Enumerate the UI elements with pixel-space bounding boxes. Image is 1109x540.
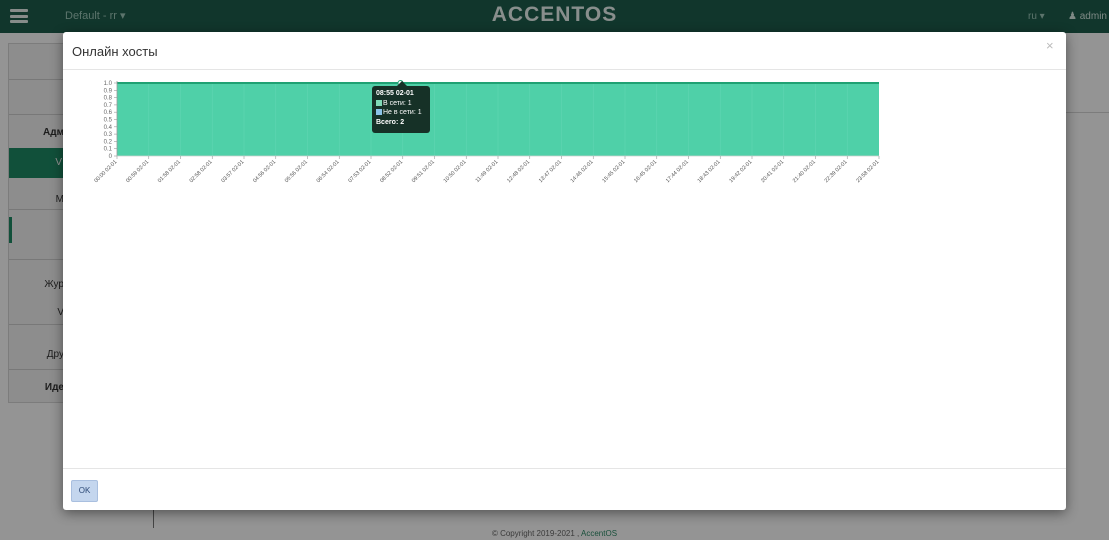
modal-header: Онлайн хосты × — [63, 32, 1066, 70]
tooltip-total: Всего: 2 — [376, 119, 405, 126]
chart-x-tick-label: 10:50 02-01 — [443, 159, 468, 184]
chart-x-tick-label: 00:00 02-01 — [93, 159, 118, 184]
chart-x-tick-label: 04:56 02-01 — [252, 159, 277, 184]
chart-x-tick-label: 14:46 02-01 — [570, 159, 595, 184]
modal-footer: OK — [63, 468, 1066, 510]
chart-x-tick-label: 16:45 02-01 — [633, 159, 658, 184]
chart-x-tick-label: 03:57 02-01 — [220, 159, 245, 184]
chart-y-tick-label: 0.9 — [104, 88, 113, 94]
tooltip-online-label: В сети: 1 — [383, 100, 412, 107]
legend-swatch — [376, 100, 382, 106]
chart-x-tick-label: 18:43 02-01 — [697, 159, 722, 184]
chart-x-tick-label: 20:41 02-01 — [760, 159, 785, 184]
chart-x-tick-label: 02:58 02-01 — [189, 159, 214, 184]
chart-y-tick-label: 0.2 — [104, 139, 113, 145]
legend-swatch — [376, 109, 382, 115]
chart-x-tick-label: 07:53 02-01 — [347, 159, 372, 184]
modal-title: Онлайн хосты — [72, 44, 158, 59]
chart-x-tick-label: 21:40 02-01 — [792, 159, 817, 184]
chart-x-tick-label: 01:58 02-01 — [157, 159, 182, 184]
chart-x-tick-label: 12:48 02-01 — [506, 159, 531, 184]
chart-y-tick-label: 0.1 — [104, 147, 113, 153]
chart-x-tick-label: 23:58 02-01 — [855, 159, 880, 184]
tooltip-row-online: В сети: 1 — [376, 99, 426, 108]
chart-y-tick-label: 0.8 — [104, 96, 113, 102]
chart-y-tick-label: 0.5 — [104, 118, 113, 124]
chart-x-tick-label: 19:42 02-01 — [728, 159, 753, 184]
chart-x-tick-label: 15:45 02-01 — [601, 159, 626, 184]
tooltip-title: 08:55 02-01 — [376, 90, 414, 97]
chart-x-tick-label: 22:39 02-01 — [824, 159, 849, 184]
tooltip-row-offline: Не в сети: 1 — [376, 108, 426, 117]
chart-y-tick-label: 0.3 — [104, 132, 113, 138]
ok-button[interactable]: OK — [71, 480, 98, 502]
chart-y-tick-label: 0 — [109, 154, 113, 160]
tooltip-offline-label: Не в сети: 1 — [383, 109, 422, 116]
chart-x-tick-label: 11:49 02-01 — [475, 159, 500, 184]
chart-x-tick-label: 09:51 02-01 — [411, 159, 436, 184]
chart-x-tick-label: 06:54 02-01 — [316, 159, 341, 184]
chart-x-tick-label: 00:59 02-01 — [125, 159, 150, 184]
chart-y-tick-label: 0.7 — [104, 103, 113, 109]
chart-tooltip: 08:55 02-01 В сети: 1 Не в сети: 1 Всего… — [372, 81, 430, 133]
chart-y-tick-label: 0.6 — [104, 110, 113, 116]
chart-x-tick-label: 08:52 02-01 — [379, 159, 404, 184]
chart-y-tick-label: 1.0 — [104, 81, 113, 87]
online-hosts-modal: Онлайн хосты × 0 0.1 0.2 0.3 0.4 0.5 0.6 0.7 0.8… — [63, 32, 1066, 510]
chart-x-tick-label: 05:56 02-01 — [284, 159, 309, 184]
chart-x-tick-label: 17:44 02-01 — [665, 159, 690, 184]
chart-x-tick-label: 13:47 02-01 — [538, 159, 563, 184]
chart-y-tick-label: 0.4 — [104, 125, 113, 131]
close-icon[interactable]: × — [1046, 38, 1054, 53]
online-hosts-chart: 00.1 0.20.30.40.5 0.60.70.8 0.91.0 00:00 02-… — [93, 80, 880, 184]
